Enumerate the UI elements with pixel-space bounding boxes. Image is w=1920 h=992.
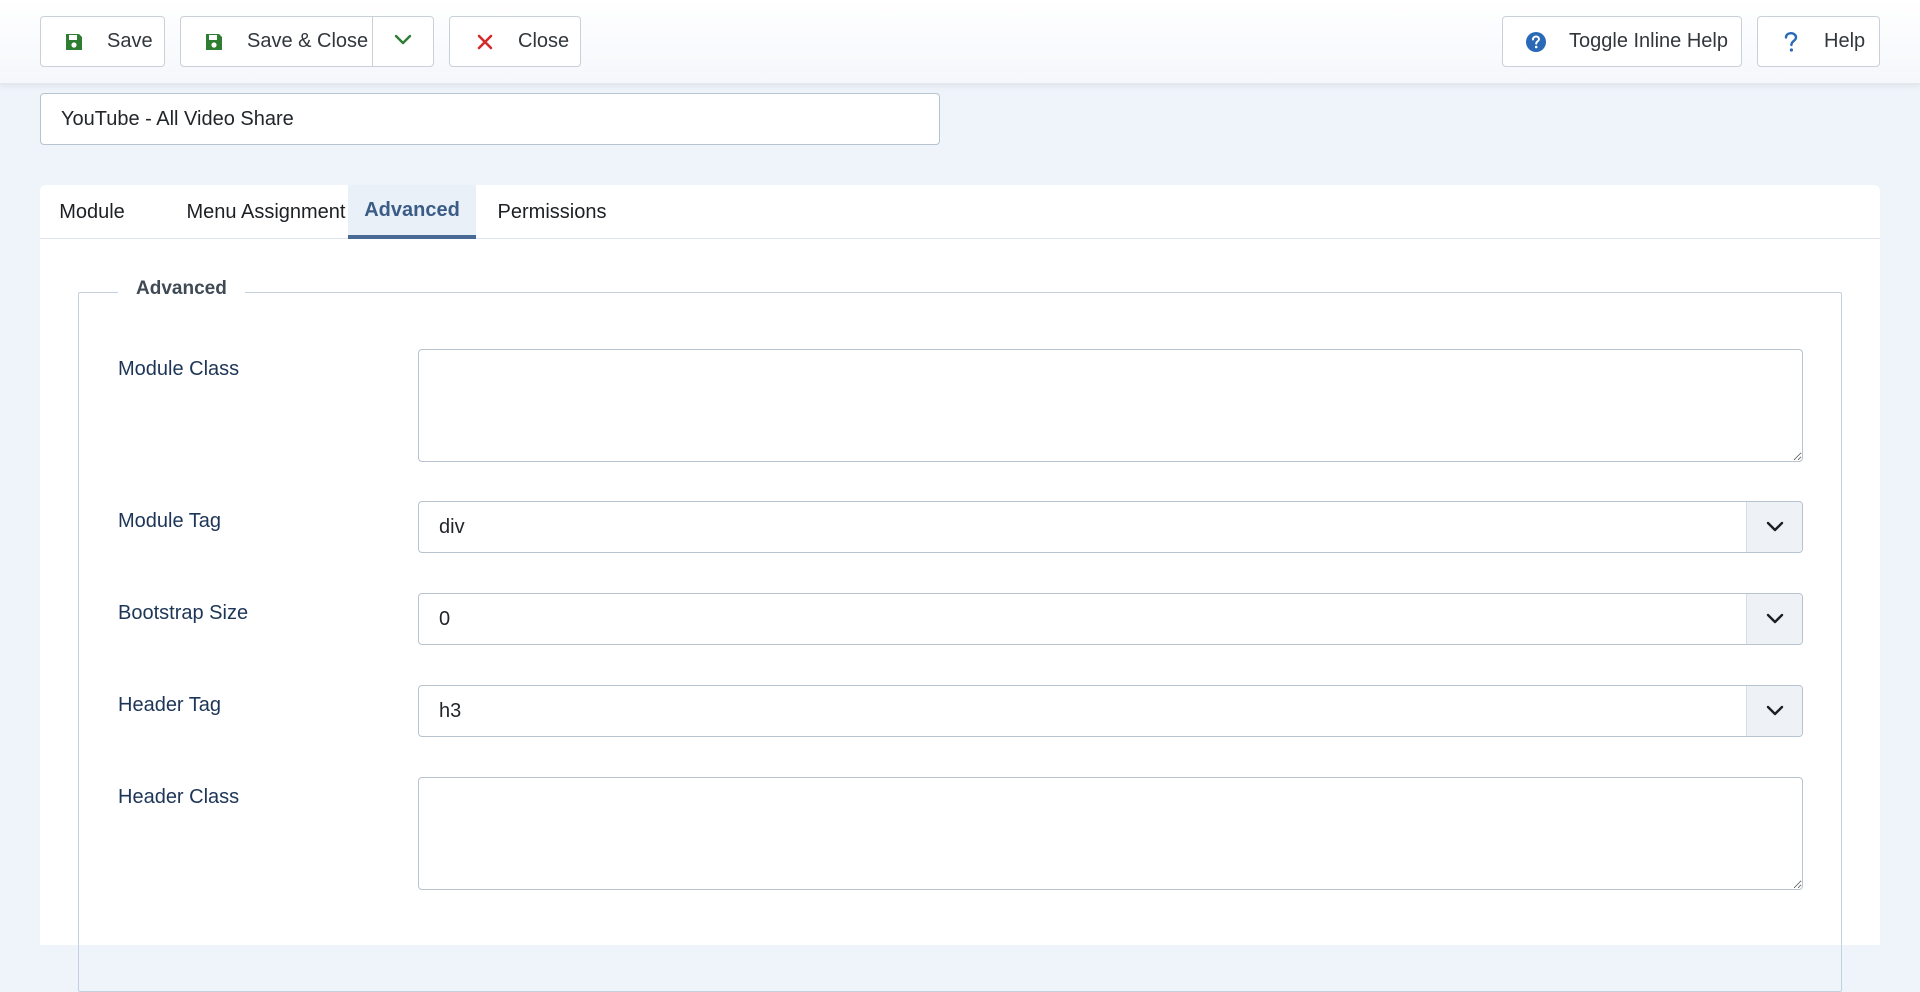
header-class-textarea[interactable] [418, 777, 1803, 890]
header-tag-label: Header Tag [118, 694, 222, 716]
floppy-disk-icon [203, 31, 225, 53]
chevron-down-icon [1746, 686, 1802, 736]
save-options-dropdown-toggle[interactable] [372, 17, 433, 66]
save-button[interactable]: Save [40, 16, 165, 67]
bootstrap-size-select[interactable]: 0 [418, 593, 1803, 645]
module-tag-value: div [439, 515, 465, 538]
save-close-label: Save & Close [247, 30, 369, 52]
fieldset-legend: Advanced [118, 278, 245, 300]
bootstrap-size-label: Bootstrap Size [118, 602, 249, 624]
module-class-textarea[interactable] [418, 349, 1803, 462]
toggle-inline-help-button[interactable]: Toggle Inline Help [1502, 16, 1742, 67]
module-tag-select[interactable]: div [418, 501, 1803, 553]
module-edit-card: Module Menu Assignment Advanced Permissi… [40, 185, 1880, 992]
header-tag-select[interactable]: h3 [418, 685, 1803, 737]
toggle-inline-help-label: Toggle Inline Help [1569, 30, 1728, 52]
header-class-label: Header Class [118, 786, 240, 808]
chevron-down-icon [1746, 502, 1802, 552]
chevron-down-icon [393, 30, 413, 53]
save-close-button[interactable]: Save & Close [180, 16, 434, 67]
tab-permissions-label: Permissions [497, 200, 607, 223]
tab-module-label: Module [59, 200, 125, 223]
header-tag-value: h3 [439, 699, 462, 722]
tab-permissions[interactable]: Permissions [476, 185, 628, 239]
chevron-down-icon [1746, 594, 1802, 644]
tab-module[interactable]: Module [40, 185, 144, 239]
floppy-disk-icon [63, 31, 85, 53]
tab-advanced[interactable]: Advanced [348, 185, 476, 239]
toolbar: Save Save & Close Close Toggle Inline He… [0, 0, 1920, 84]
close-icon [474, 31, 496, 53]
save-label: Save [107, 30, 153, 52]
question-icon [1780, 31, 1802, 53]
help-button[interactable]: Help [1757, 16, 1880, 67]
bootstrap-size-value: 0 [439, 607, 451, 630]
tab-bar: Module Menu Assignment Advanced Permissi… [40, 185, 1880, 239]
module-title-input[interactable] [40, 93, 940, 145]
module-class-label: Module Class [118, 358, 240, 380]
module-tag-label: Module Tag [118, 510, 222, 532]
help-label: Help [1824, 30, 1866, 52]
tab-menu-assignment-label: Menu Assignment [186, 200, 346, 223]
close-button[interactable]: Close [449, 16, 581, 67]
tab-advanced-label: Advanced [364, 198, 460, 221]
question-circle-icon [1525, 31, 1547, 53]
close-label: Close [518, 30, 570, 52]
